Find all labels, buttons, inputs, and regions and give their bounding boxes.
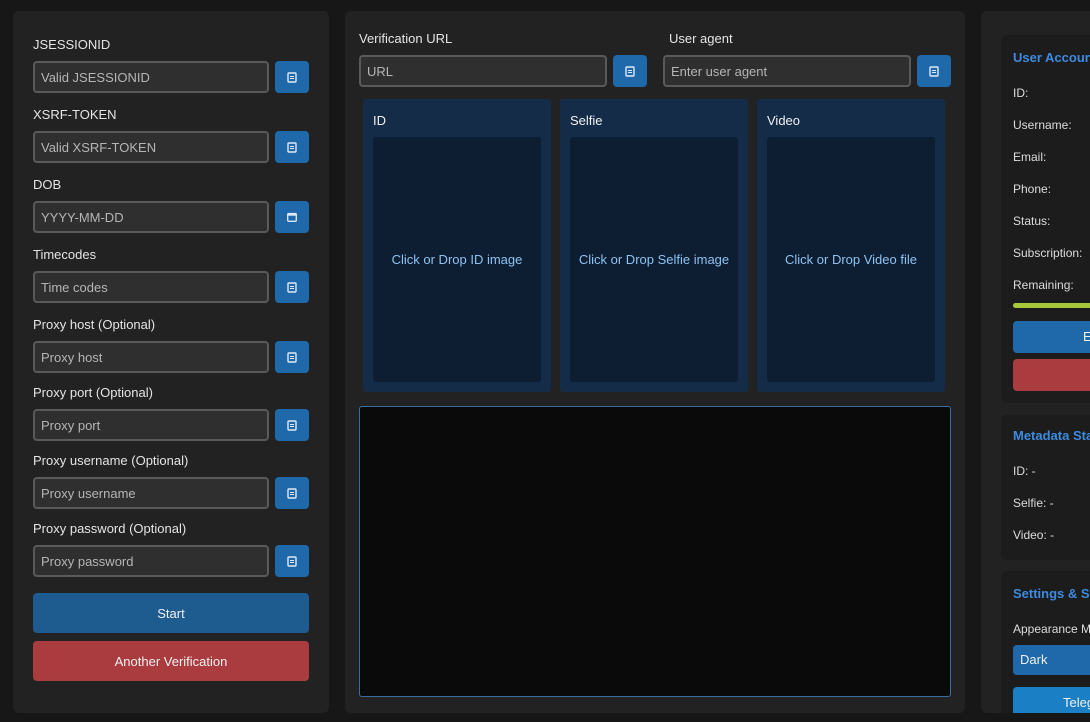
calendar-icon [287, 212, 297, 222]
timecodes-input[interactable] [33, 271, 269, 303]
clipboard-icon [287, 281, 297, 293]
clipboard-icon [287, 351, 297, 363]
clipboard-icon [287, 141, 297, 153]
paste-proxy-host-button[interactable] [275, 341, 309, 373]
log-output[interactable] [359, 406, 951, 697]
video-drop-zone[interactable]: Click or Drop Video file [767, 137, 935, 382]
account-phone-label: Phone: [1013, 182, 1052, 196]
account-status-label: Status: [1013, 214, 1051, 228]
metadata-video-status: Video: - [1013, 528, 1055, 542]
paste-proxy-username-button[interactable] [275, 477, 309, 509]
selfie-upload-card: Selfie Click or Drop Selfie image [560, 99, 748, 392]
user-account-card: User Account ID: Username: Email: Phone:… [1001, 35, 1090, 403]
clipboard-icon [929, 65, 939, 77]
account-remaining-label: Remaining: [1013, 278, 1074, 292]
verification-url-label: Verification URL [359, 31, 453, 46]
video-card-title: Video [767, 113, 801, 128]
start-button[interactable]: Start [33, 593, 309, 633]
id-card-title: ID [373, 113, 386, 128]
settings-support-card: Settings & Support Appearance Mode Dark … [1001, 571, 1090, 713]
id-upload-card: ID Click or Drop ID image [363, 99, 551, 392]
info-panel: User Account ID: Username: Email: Phone:… [981, 11, 1090, 713]
proxy-port-input[interactable] [33, 409, 269, 441]
paste-url-button[interactable] [613, 55, 647, 87]
dob-picker-button[interactable] [275, 201, 309, 233]
remaining-progress-fill [1013, 303, 1090, 308]
metadata-status-title: Metadata Status [1013, 428, 1090, 443]
clipboard-icon [625, 65, 635, 77]
selfie-drop-zone[interactable]: Click or Drop Selfie image [570, 137, 738, 382]
remaining-progress-bar [1013, 303, 1090, 308]
paste-xsrf-token-button[interactable] [275, 131, 309, 163]
appearance-mode-select[interactable]: Dark [1013, 645, 1090, 675]
clipboard-icon [287, 71, 297, 83]
selfie-card-title: Selfie [570, 113, 603, 128]
paste-user-agent-button[interactable] [917, 55, 951, 87]
verification-url-input[interactable] [359, 55, 607, 87]
clipboard-icon [287, 487, 297, 499]
proxy-password-input[interactable] [33, 545, 269, 577]
telegram-button[interactable]: Telegram [1013, 687, 1090, 713]
video-upload-card: Video Click or Drop Video file [757, 99, 945, 392]
clipboard-icon [287, 419, 297, 431]
clipboard-icon [287, 555, 297, 567]
jsessionid-label: JSESSIONID [33, 37, 111, 52]
proxy-username-label: Proxy username (Optional) [33, 453, 189, 468]
timecodes-label: Timecodes [33, 247, 97, 262]
proxy-password-label: Proxy password (Optional) [33, 521, 187, 536]
account-username-label: Username: [1013, 118, 1072, 132]
account-id-label: ID: [1013, 86, 1029, 100]
account-danger-button[interactable] [1013, 359, 1090, 391]
metadata-status-card: Metadata Status ID: - Selfie: - Video: - [1001, 415, 1090, 560]
user-account-title: User Account [1013, 50, 1090, 65]
proxy-username-input[interactable] [33, 477, 269, 509]
xsrf-token-label: XSRF-TOKEN [33, 107, 117, 122]
proxy-host-label: Proxy host (Optional) [33, 317, 156, 332]
metadata-id-status: ID: - [1013, 464, 1036, 478]
paste-proxy-port-button[interactable] [275, 409, 309, 441]
paste-proxy-password-button[interactable] [275, 545, 309, 577]
user-agent-input[interactable] [663, 55, 911, 87]
proxy-port-label: Proxy port (Optional) [33, 385, 153, 400]
another-verification-button[interactable]: Another Verification [33, 641, 309, 681]
proxy-host-input[interactable] [33, 341, 269, 373]
xsrf-token-input[interactable] [33, 131, 269, 163]
settings-support-title: Settings & Support [1013, 586, 1090, 601]
user-agent-label: User agent [669, 31, 733, 46]
metadata-selfie-status: Selfie: - [1013, 496, 1054, 510]
credentials-panel: JSESSIONID XSRF-TOKEN DOB Timecodes Prox… [13, 11, 329, 713]
dob-label: DOB [33, 177, 62, 192]
account-action-button[interactable]: E [1013, 321, 1090, 353]
appearance-mode-label: Appearance Mode [1013, 622, 1090, 636]
id-drop-zone[interactable]: Click or Drop ID image [373, 137, 541, 382]
paste-timecodes-button[interactable] [275, 271, 309, 303]
jsessionid-input[interactable] [33, 61, 269, 93]
account-email-label: Email: [1013, 150, 1047, 164]
verification-panel: Verification URL User agent ID Click or … [345, 11, 965, 713]
account-subscription-label: Subscription: [1013, 246, 1083, 260]
dob-input[interactable] [33, 201, 269, 233]
paste-jsessionid-button[interactable] [275, 61, 309, 93]
